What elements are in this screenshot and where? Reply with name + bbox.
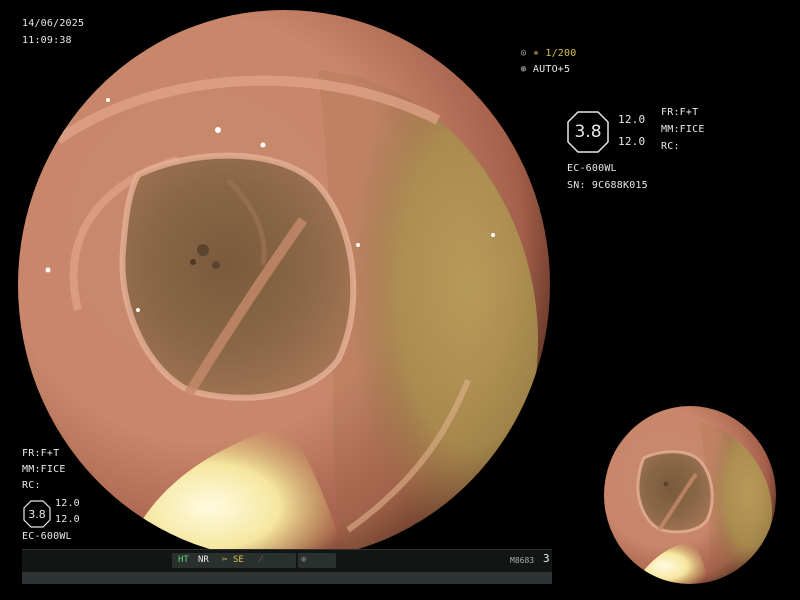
left-mm-label: MM:FICE [22, 464, 66, 475]
hex-value-right: 3.8 [574, 122, 602, 142]
status-bar-top-row: HT NR ✂ SE ⁄ ⊕ M8683 3 [22, 550, 552, 572]
nr-label: NR [198, 555, 209, 565]
serial-number: SN: 9C688K015 [567, 180, 648, 191]
scissor-icon: ✂ [222, 555, 228, 565]
ht-label: HT [178, 555, 189, 565]
hex-badge-left: 3.8 [23, 500, 51, 528]
status-bar-bottom-row [22, 572, 552, 584]
pip-image [604, 406, 776, 584]
code-label: M8683 [510, 556, 535, 565]
left-value-1: 12.0 [55, 498, 80, 509]
endoscopy-monitor: { "header": { "date": "14/06/2025", "tim… [0, 0, 800, 600]
auto-exposure-label: ⊛ AUTO+5 [520, 64, 571, 75]
status-bar: HT NR ✂ SE ⁄ ⊕ M8683 3 [22, 549, 552, 584]
scope-model-left: EC-600WL [22, 531, 72, 542]
right-rc-label: RC: [661, 141, 680, 152]
se-label: SE [233, 555, 244, 565]
right-mm-label: MM:FICE [661, 124, 705, 135]
right-value-2: 12.0 [618, 135, 646, 148]
pen-icon: ⁄ [260, 555, 262, 565]
scope-model-right: EC-600WL [567, 163, 617, 174]
endoscope-pip-view [604, 406, 776, 584]
iris-icon: ⊛ [520, 64, 533, 75]
time-label: 11:09:38 [22, 35, 72, 46]
endoscope-image [18, 10, 550, 560]
left-fr-label: FR:F+T [22, 448, 60, 459]
right-value-1: 12.0 [618, 113, 646, 126]
date-label: 14/06/2025 [22, 18, 85, 29]
hex-value-left: 3.8 [28, 507, 46, 521]
hex-badge-right: 3.8 [566, 110, 610, 154]
endoscope-main-view [18, 10, 550, 560]
right-fr-label: FR:F+T [661, 107, 699, 118]
left-rc-label: RC: [22, 480, 41, 491]
record-icon: ⊕ [301, 555, 307, 565]
left-value-2: 12.0 [55, 514, 80, 525]
count-label: 3 [543, 552, 550, 565]
